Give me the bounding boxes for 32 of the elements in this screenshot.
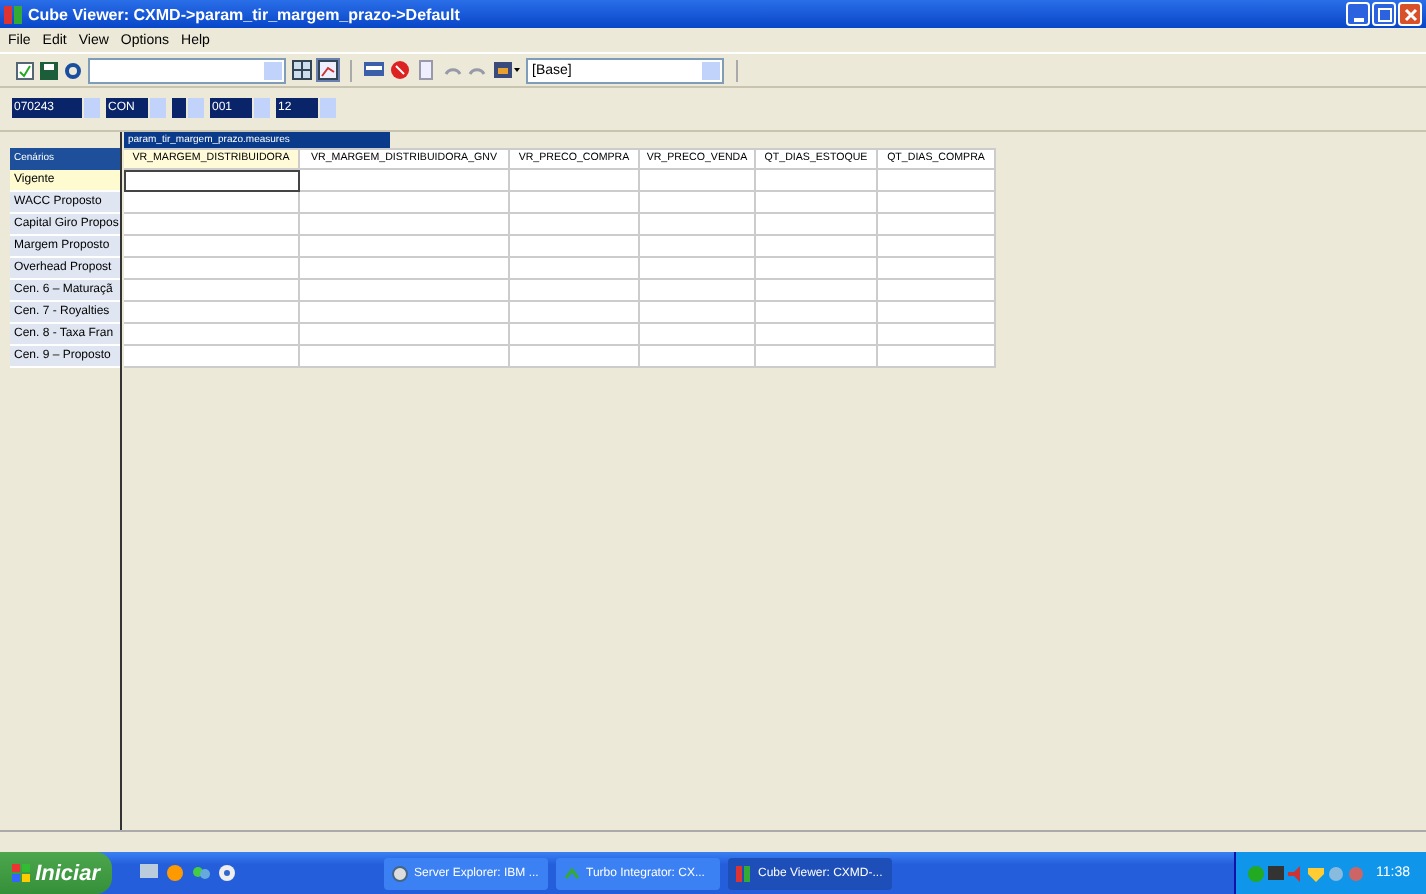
- cube-icon: [4, 5, 22, 23]
- media-icon[interactable]: [218, 864, 236, 882]
- refresh-icon[interactable]: [64, 61, 82, 79]
- server-icon: [392, 865, 408, 881]
- stop-icon[interactable]: [390, 60, 410, 80]
- speaker-icon[interactable]: [1288, 865, 1304, 881]
- maximize-icon: [1377, 7, 1391, 21]
- document-icon[interactable]: [416, 60, 436, 80]
- save-icon[interactable]: [40, 61, 58, 79]
- minimize-button[interactable]: [1346, 2, 1370, 26]
- network-icon[interactable]: [1328, 865, 1344, 881]
- close-icon: [1403, 7, 1417, 21]
- caret-icon: [564, 865, 580, 881]
- start-button[interactable]: Iniciar: [0, 852, 112, 894]
- table-icon[interactable]: [364, 60, 384, 80]
- dimension-selector[interactable]: [172, 98, 186, 118]
- windows-logo-icon: [12, 863, 30, 883]
- monitor-icon[interactable]: [1268, 865, 1284, 881]
- grid-icon[interactable]: [292, 60, 312, 80]
- chart-icon[interactable]: [318, 60, 338, 80]
- window-title: Cube Viewer: CXMD->param_tir_margem_prazo->Default: [28, 5, 462, 23]
- messenger-icon[interactable]: [166, 864, 184, 882]
- cube-icon: [736, 865, 752, 881]
- desktop-icon[interactable]: [140, 864, 158, 882]
- maximize-button[interactable]: [1372, 2, 1396, 26]
- shield-icon[interactable]: [1308, 865, 1324, 881]
- table-cell[interactable]: [124, 170, 300, 192]
- people-icon[interactable]: [192, 864, 210, 882]
- checklist-icon[interactable]: [16, 61, 34, 79]
- close-button[interactable]: [1398, 2, 1422, 26]
- tray-icon[interactable]: [1348, 865, 1364, 881]
- dimension-icon[interactable]: [494, 60, 520, 80]
